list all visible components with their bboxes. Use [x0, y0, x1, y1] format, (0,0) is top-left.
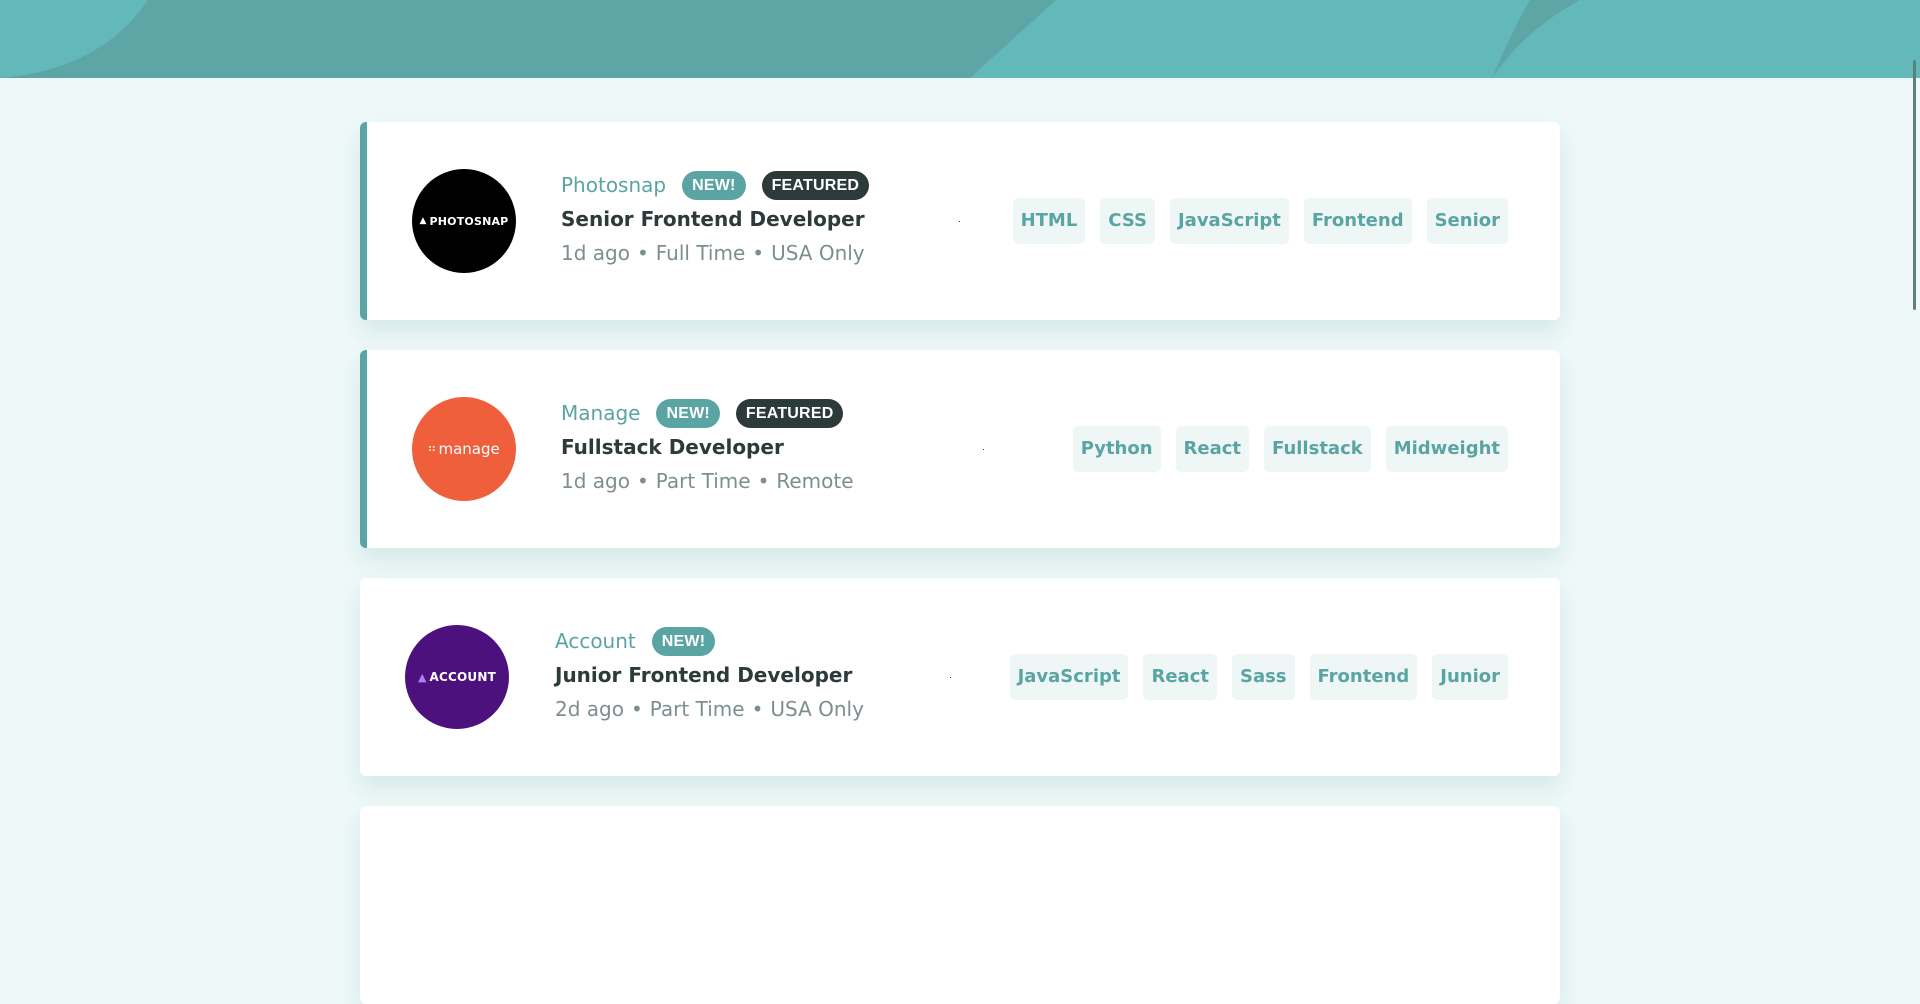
new-badge: NEW!	[656, 398, 720, 428]
dots-icon: ::	[428, 444, 436, 454]
separator: •	[630, 697, 643, 721]
job-title[interactable]: Junior Frontend Developer	[555, 660, 864, 690]
filter-tag[interactable]: Frontend	[1303, 198, 1412, 244]
job-location: USA Only	[771, 241, 865, 265]
tag-list: JavaScript React Sass Frontend Junior	[1009, 654, 1508, 700]
separator: •	[752, 241, 765, 265]
tag-list: HTML CSS JavaScript Frontend Senior	[1012, 198, 1508, 244]
job-card[interactable]: :: manage Manage NEW! FEATURED Fullstack…	[360, 350, 1560, 548]
filter-tag[interactable]: React	[1175, 426, 1250, 472]
job-location: Remote	[776, 469, 854, 493]
company-logo: :: manage	[412, 397, 516, 501]
filter-tag[interactable]: Fullstack	[1264, 426, 1371, 472]
filter-tag[interactable]: Python	[1072, 426, 1161, 472]
featured-badge: FEATURED	[735, 398, 844, 428]
scrollbar[interactable]	[1913, 60, 1916, 310]
separator: •	[757, 469, 770, 493]
separator: •	[636, 241, 649, 265]
filter-tag[interactable]: Sass	[1231, 654, 1295, 700]
posted-at: 2d ago	[555, 697, 624, 721]
stray-dot	[959, 221, 960, 222]
contract-type: Full Time	[655, 241, 746, 265]
featured-badge: FEATURED	[761, 170, 870, 200]
contract-type: Part Time	[655, 469, 751, 493]
new-badge: NEW!	[651, 626, 716, 656]
company-name: Manage	[561, 401, 641, 425]
separator: •	[636, 469, 649, 493]
filter-tag[interactable]: JavaScript	[1169, 198, 1289, 244]
tag-list: Python React Fullstack Midweight	[1072, 426, 1508, 472]
triangle-icon: ▲	[419, 216, 427, 226]
job-meta: 1d ago • Part Time • Remote	[561, 466, 859, 496]
job-card[interactable]: ▲ PHOTOSNAP Photosnap NEW! FEATURED Seni…	[360, 122, 1560, 320]
job-card[interactable]	[360, 806, 1560, 1004]
company-name: Photosnap	[561, 173, 667, 197]
posted-at: 1d ago	[561, 469, 630, 493]
filter-tag[interactable]: Frontend	[1309, 654, 1418, 700]
job-location: USA Only	[770, 697, 864, 721]
new-badge: NEW!	[682, 170, 746, 200]
filter-tag[interactable]: HTML	[1012, 198, 1086, 244]
separator: •	[751, 697, 764, 721]
job-meta: 1d ago • Full Time • USA Only	[561, 238, 885, 268]
filter-tag[interactable]: Senior	[1426, 198, 1508, 244]
header-banner	[0, 0, 1920, 78]
triangle-icon: ▲	[418, 670, 427, 684]
filter-tag[interactable]: React	[1143, 654, 1217, 700]
contract-type: Part Time	[649, 697, 745, 721]
header-pattern	[0, 0, 1920, 78]
stray-dot	[983, 449, 984, 450]
filter-tag[interactable]: Midweight	[1385, 426, 1508, 472]
filter-tag[interactable]: CSS	[1100, 198, 1155, 244]
company-logo: ▲ ACCOUNT	[405, 625, 509, 729]
stray-dot	[950, 677, 951, 678]
company-logo: ▲ PHOTOSNAP	[412, 169, 516, 273]
job-meta: 2d ago • Part Time • USA Only	[555, 694, 864, 724]
job-card[interactable]: ▲ ACCOUNT Account NEW! Junior Frontend D…	[360, 578, 1560, 776]
posted-at: 1d ago	[561, 241, 630, 265]
filter-tag[interactable]: JavaScript	[1009, 654, 1129, 700]
company-name: Account	[555, 629, 636, 653]
filter-tag[interactable]: Junior	[1432, 654, 1508, 700]
job-title[interactable]: Senior Frontend Developer	[561, 204, 885, 234]
job-title[interactable]: Fullstack Developer	[561, 432, 859, 462]
